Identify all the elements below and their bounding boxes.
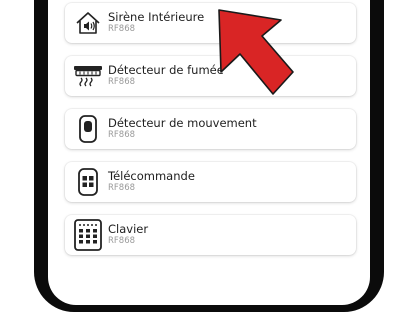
device-item-remote-control[interactable]: Télécommande RF868: [65, 162, 356, 202]
device-model: RF868: [108, 183, 136, 193]
device-model: RF868: [108, 130, 136, 140]
device-item-siren[interactable]: Sirène Intérieure RF868: [65, 3, 356, 43]
phone-screen: Sirène Intérieure RF868 Détecteur de fum…: [48, 0, 370, 305]
keypad-icon: [73, 219, 103, 251]
device-item-motion-detector[interactable]: Détecteur de mouvement RF868: [65, 109, 356, 149]
siren-icon: [73, 8, 103, 38]
device-model: RF868: [108, 236, 136, 246]
smoke-detector-icon: [73, 61, 103, 91]
device-name: Détecteur de fumée: [108, 63, 224, 77]
device-name: Détecteur de mouvement: [108, 116, 257, 130]
remote-control-icon: [73, 167, 103, 197]
device-name: Clavier: [108, 222, 149, 236]
device-item-smoke-detector[interactable]: Détecteur de fumée RF868: [65, 56, 356, 96]
device-name: Sirène Intérieure: [108, 10, 205, 24]
screenshot-canvas: Sirène Intérieure RF868 Détecteur de fum…: [0, 0, 405, 318]
device-list: Sirène Intérieure RF868 Détecteur de fum…: [65, 3, 356, 268]
motion-detector-icon: [73, 114, 103, 144]
device-item-keypad[interactable]: Clavier RF868: [65, 215, 356, 255]
device-model: RF868: [108, 77, 136, 87]
device-model: RF868: [108, 24, 136, 34]
device-name: Télécommande: [108, 169, 195, 183]
